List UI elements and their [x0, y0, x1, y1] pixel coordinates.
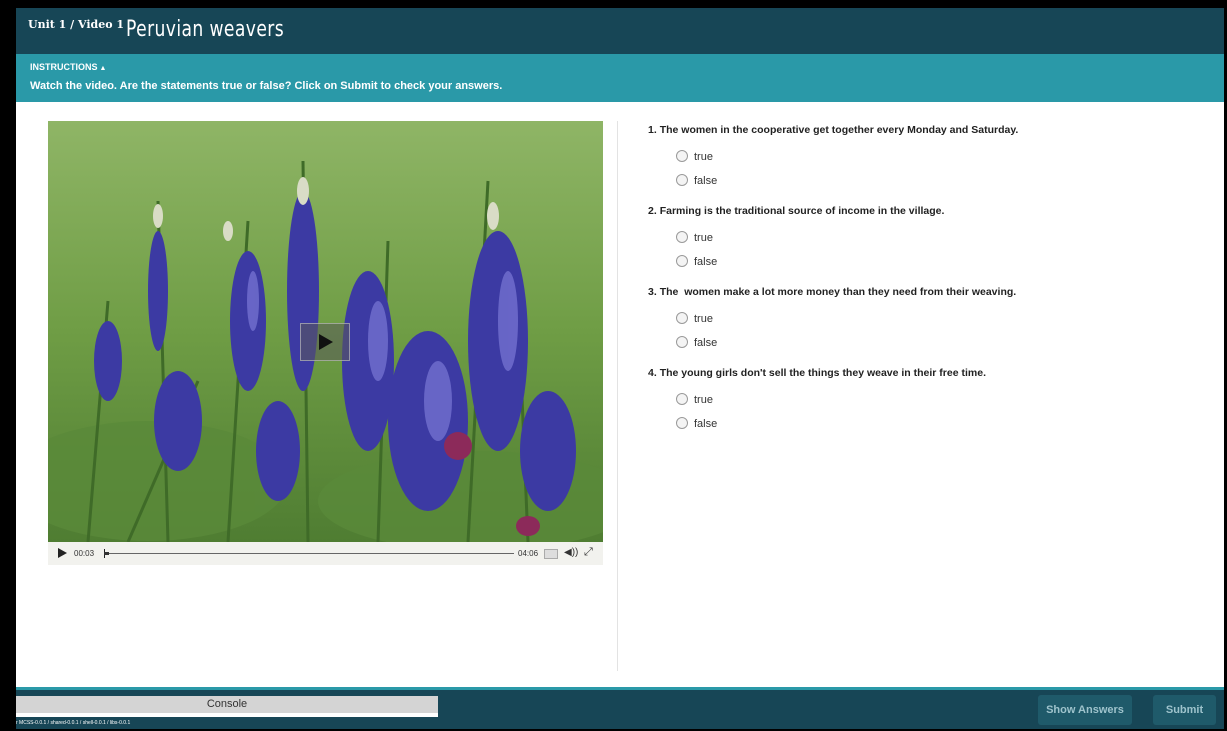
instructions-text: Watch the video. Are the statements true…	[30, 80, 503, 92]
video-player[interactable]: 00:03 04:06 ◀)) ⤢	[48, 121, 603, 565]
radio-circle[interactable]	[676, 231, 688, 243]
option-label: true	[694, 232, 713, 244]
option-label: false	[694, 337, 718, 349]
question-statement: Farming is the traditional source of inc…	[659, 205, 945, 217]
radio-circle[interactable]	[676, 255, 688, 267]
fullscreen-icon[interactable]: ⤢	[584, 546, 593, 559]
page-title: Peruvian weavers	[126, 17, 285, 42]
duration: 04:06	[518, 549, 539, 558]
radio-false[interactable]: false	[676, 417, 717, 430]
current-time: 00:03	[74, 549, 95, 558]
show-answers-button[interactable]: Show Answers	[1038, 695, 1132, 725]
option-label: true	[694, 313, 713, 325]
captions-icon[interactable]	[544, 549, 558, 559]
radio-circle[interactable]	[676, 312, 688, 324]
question-4: 4. The young girls don't sell the things…	[648, 367, 1208, 448]
play-overlay-button[interactable]	[300, 323, 350, 361]
question-statement: The women in the cooperative get togethe…	[659, 124, 1019, 136]
question-text: 1. The women in the cooperative get toge…	[648, 124, 1018, 136]
question-text: 2. Farming is the traditional source of …	[648, 205, 944, 217]
footer-bar: Console r MCSS-0.0.1 / shared-0.0.1 / sh…	[16, 690, 1224, 729]
column-divider	[617, 121, 618, 671]
question-list: 1. The women in the cooperative get toge…	[648, 124, 1208, 448]
radio-false[interactable]: false	[676, 336, 717, 349]
volume-icon[interactable]: ◀))	[564, 547, 578, 558]
breadcrumb: Unit 1 / Video 1	[28, 18, 125, 31]
option-label: true	[694, 394, 713, 406]
instructions-panel: INSTRUCTIONS ▲ Watch the video. Are the s…	[16, 54, 1224, 102]
question-2: 2. Farming is the traditional source of …	[648, 205, 1208, 286]
play-button[interactable]	[58, 548, 67, 558]
question-number: 2.	[648, 205, 657, 217]
option-label: false	[694, 175, 718, 187]
radio-true[interactable]: true	[676, 312, 713, 325]
question-1: 1. The women in the cooperative get toge…	[648, 124, 1208, 205]
radio-circle[interactable]	[676, 393, 688, 405]
question-3: 3. The women make a lot more money than …	[648, 286, 1208, 367]
question-number: 4.	[648, 367, 657, 379]
question-text: 4. The young girls don't sell the things…	[648, 367, 986, 379]
question-statement: The young girls don't sell the things th…	[659, 367, 986, 379]
instructions-heading: INSTRUCTIONS	[30, 62, 98, 72]
option-label: false	[694, 256, 718, 268]
radio-false[interactable]: false	[676, 255, 717, 268]
radio-circle[interactable]	[676, 417, 688, 429]
progress-fill	[104, 552, 109, 555]
version-text: r MCSS-0.0.1 / shared-0.0.1 / shell-0.0.…	[16, 720, 131, 726]
video-controls: 00:03 04:06 ◀)) ⤢	[48, 542, 603, 565]
radio-true[interactable]: true	[676, 231, 713, 244]
radio-circle[interactable]	[676, 174, 688, 186]
radio-circle[interactable]	[676, 150, 688, 162]
question-statement: The women make a lot more money than the…	[659, 286, 1017, 298]
console-button[interactable]: Console	[16, 696, 438, 713]
radio-circle[interactable]	[676, 336, 688, 348]
option-label: false	[694, 418, 718, 430]
play-icon	[319, 334, 333, 350]
question-text: 3. The women make a lot more money than …	[648, 286, 1016, 298]
app-window: Unit 1 / Video 1 Peruvian weavers INSTRU…	[16, 8, 1224, 729]
caret-up-icon: ▲	[99, 65, 107, 72]
title-bar: Unit 1 / Video 1 Peruvian weavers	[16, 8, 1224, 54]
progress-track[interactable]	[104, 552, 514, 555]
instructions-toggle[interactable]: INSTRUCTIONS ▲	[30, 62, 106, 72]
console-strip	[16, 713, 438, 717]
option-label: true	[694, 151, 713, 163]
question-number: 1.	[648, 124, 657, 136]
question-number: 3.	[648, 286, 657, 298]
radio-true[interactable]: true	[676, 150, 713, 163]
radio-true[interactable]: true	[676, 393, 713, 406]
radio-false[interactable]: false	[676, 174, 717, 187]
submit-button[interactable]: Submit	[1153, 695, 1216, 725]
